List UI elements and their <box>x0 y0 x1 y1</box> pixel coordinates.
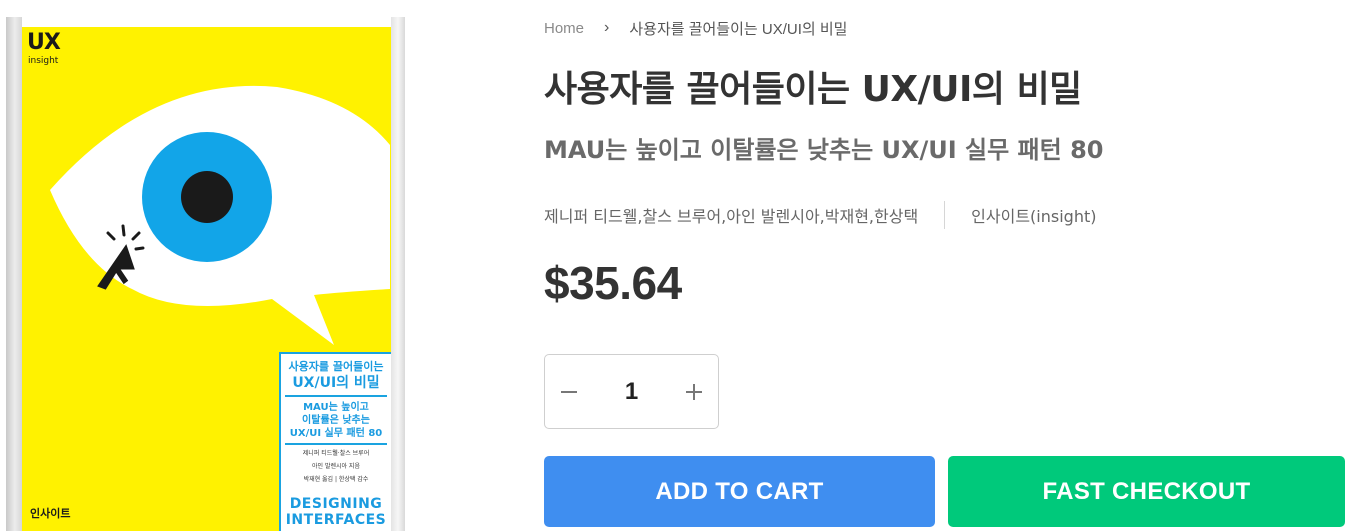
breadcrumb-home-link[interactable]: Home <box>544 20 584 37</box>
cover-english-line2: INTERFACES <box>285 512 387 528</box>
add-to-cart-button[interactable]: ADD TO CART <box>544 456 935 527</box>
cover-divider <box>285 443 387 445</box>
product-title: 사용자를 끌어들이는 UX/UI의 비밀 <box>544 69 1082 110</box>
cover-logo-sub: insight <box>28 56 59 66</box>
product-image[interactable]: UX insight 사용자를 끌어들이는 UX/UI의 비밀 MAU는 높이고… <box>6 17 405 531</box>
cover-sub-line1: MAU는 높이고 <box>303 402 369 413</box>
cover-authors-line3: 박재현 옮김 | 한상택 감수 <box>303 476 369 483</box>
minus-icon <box>561 390 577 393</box>
quantity-decrement-button[interactable] <box>545 355 593 428</box>
product-publisher[interactable]: 인사이트(insight) <box>971 203 1096 227</box>
product-meta: 제니퍼 티드웰,찰스 브루어,아인 발렌시아,박재현,한상택 인사이트(insi… <box>544 200 1096 230</box>
breadcrumb: Home › 사용자를 끌어들이는 UX/UI의 비밀 <box>544 17 847 39</box>
cover-publisher-mark: 인사이트 <box>30 507 71 520</box>
cover-title-line2: UX/UI의 비밀 <box>292 375 380 391</box>
chevron-right-icon: › <box>604 19 610 36</box>
product-price: $35.64 <box>544 257 682 309</box>
quantity-stepper: 1 <box>544 354 719 429</box>
cover-sub-line2: 이탈률은 낮추는 <box>302 415 370 426</box>
product-subtitle: MAU는 높이고 이탈률은 낮추는 UX/UI 실무 패턴 80 <box>544 136 1104 164</box>
cover-logo: UX <box>27 30 61 55</box>
cover-title-line1: 사용자를 끌어들이는 <box>288 360 384 373</box>
cover-spine-right <box>391 17 405 531</box>
product-authors[interactable]: 제니퍼 티드웰,찰스 브루어,아인 발렌시아,박재현,한상택 <box>544 203 918 227</box>
breadcrumb-current: 사용자를 끌어들이는 UX/UI의 비밀 <box>629 20 848 38</box>
quantity-value[interactable]: 1 <box>593 378 670 406</box>
fast-checkout-button[interactable]: FAST CHECKOUT <box>948 456 1345 527</box>
cover-spine-left <box>6 17 22 531</box>
cover-authors-line1: 제니퍼 티드웰·찰스 브루어 <box>302 450 370 457</box>
cover-divider <box>285 395 387 397</box>
plus-icon <box>686 383 702 400</box>
meta-divider <box>944 201 946 229</box>
cover-english-line1: DESIGNING <box>289 496 383 512</box>
cover-authors-line2: 아인 발렌시아 지음 <box>312 463 360 470</box>
cover-title-box: 사용자를 끌어들이는 UX/UI의 비밀 MAU는 높이고 이탈률은 낮추는 U… <box>279 352 391 531</box>
book-cover: UX insight 사용자를 끌어들이는 UX/UI의 비밀 MAU는 높이고… <box>22 27 391 531</box>
quantity-increment-button[interactable] <box>670 355 718 428</box>
cover-sub-line3: UX/UI 실무 패턴 80 <box>289 428 383 439</box>
